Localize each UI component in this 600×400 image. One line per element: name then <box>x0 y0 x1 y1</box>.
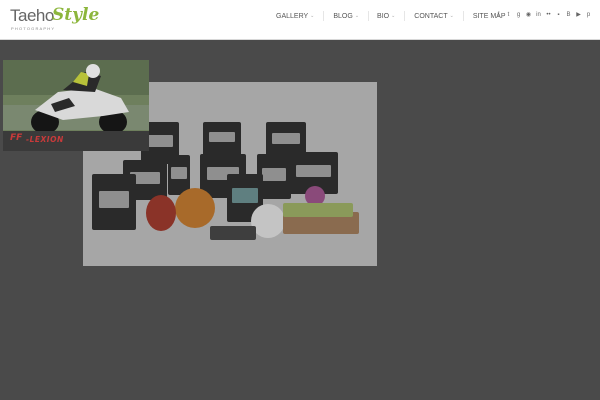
nav-item-gallery[interactable]: GALLERY ⌄ <box>276 11 314 21</box>
site-logo[interactable]: Taeho Style PHOTOGRAPHY <box>10 6 99 33</box>
blogger-icon[interactable]: B <box>565 11 572 19</box>
linkedin-icon[interactable]: in <box>535 11 542 19</box>
product-bag <box>92 174 136 230</box>
red-flower <box>146 195 176 231</box>
facebook-icon[interactable]: f <box>495 11 502 19</box>
bag-label <box>262 167 286 181</box>
nav-divider <box>404 11 406 21</box>
rss-icon[interactable]: ◉ <box>525 11 532 19</box>
ad-brand-bar <box>3 131 149 151</box>
chevron-down-icon: ⌄ <box>391 13 396 19</box>
nav-item-bio[interactable]: BIO ⌄ <box>377 11 395 21</box>
bag-label <box>146 134 174 148</box>
nav-item-contact[interactable]: CONTACT ⌄ <box>414 11 454 21</box>
chevron-down-icon: ⌄ <box>354 13 360 19</box>
chevron-down-icon: ⌄ <box>310 13 315 19</box>
tray <box>210 226 256 240</box>
pinterest-icon[interactable]: p <box>585 11 592 19</box>
nav-label: BLOG <box>333 12 353 20</box>
nav-label: GALLERY <box>276 12 309 20</box>
nav-label: BIO <box>377 12 390 20</box>
ad-banner[interactable]: FF -LEXION <box>3 60 149 151</box>
green-towel <box>283 203 353 217</box>
youtube-icon[interactable]: ▶ <box>575 11 582 19</box>
delicious-icon[interactable]: ▪ <box>555 11 562 19</box>
bag-label <box>208 132 236 143</box>
orange-flower <box>175 188 215 228</box>
ad-brand-name: -LEXION <box>26 135 64 144</box>
brand-logo-icon: FF <box>10 133 23 143</box>
chevron-down-icon: ⌄ <box>449 13 454 19</box>
nav-divider <box>462 11 464 21</box>
nav-item-blog[interactable]: BLOG ⌄ <box>333 11 359 21</box>
bag-label <box>171 167 187 179</box>
product-bag <box>203 122 241 156</box>
nav-label: CONTACT <box>414 12 448 20</box>
white-orchid <box>251 204 285 238</box>
bag-label <box>295 164 331 178</box>
logo-subtitle: PHOTOGRAPHY <box>11 26 56 31</box>
twitter-icon[interactable]: t <box>505 11 512 19</box>
logo-main-text: Taeho <box>10 6 54 25</box>
google-plus-icon[interactable]: g <box>515 11 522 19</box>
bag-label <box>272 132 300 144</box>
nav-divider <box>368 11 370 21</box>
logo-script-text: Style <box>52 5 100 25</box>
flickr-icon[interactable]: •• <box>545 11 552 19</box>
site-header: Taeho Style PHOTOGRAPHY GALLERY ⌄ BLOG ⌄… <box>0 0 600 40</box>
bag-label <box>98 190 130 208</box>
social-links: f t g ◉ in •• ▪ B ▶ p <box>495 11 592 19</box>
nav-divider <box>323 11 325 21</box>
bag-label <box>232 188 258 203</box>
main-nav: GALLERY ⌄ BLOG ⌄ BIO ⌄ CONTACT ⌄ SITE MA… <box>276 11 506 21</box>
